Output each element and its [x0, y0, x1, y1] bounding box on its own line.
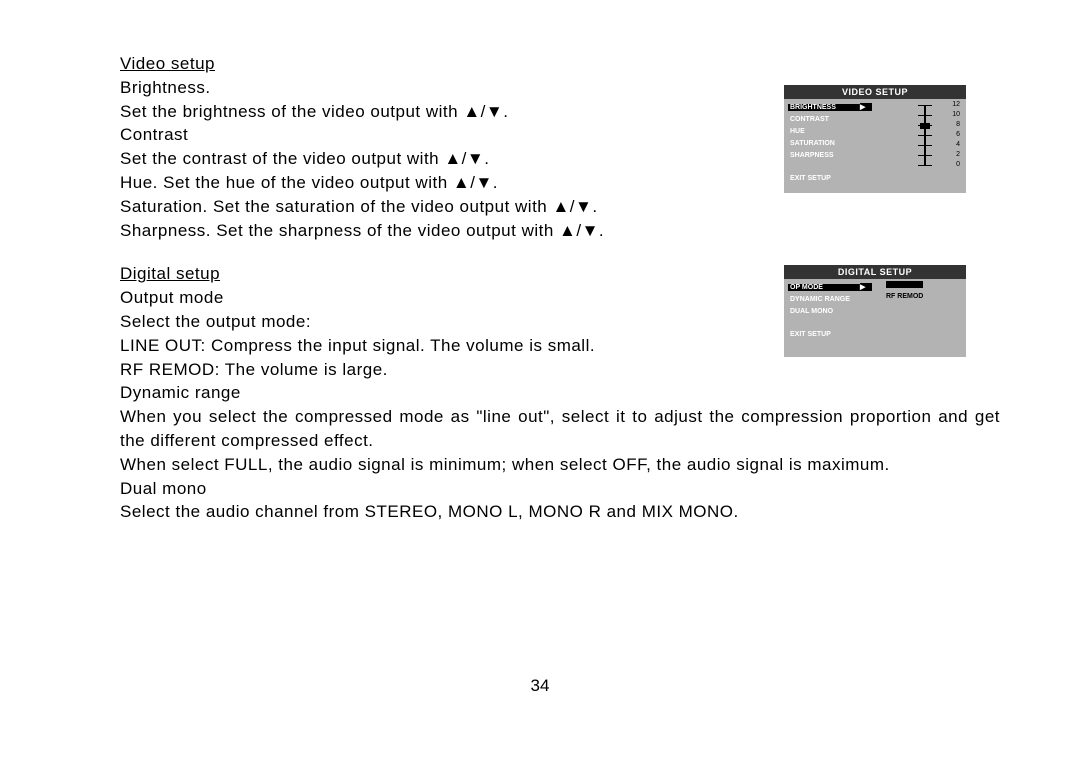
label-dynamic-range: Dynamic range — [120, 381, 760, 405]
osd-video-setup: VIDEO SETUP BRIGHTNESS▶ CONTRAST HUE SAT… — [784, 85, 966, 193]
text-dyn1: When you select the compressed mode as "… — [120, 405, 1000, 453]
label-dual-mono: Dual mono — [120, 477, 760, 501]
osd-video-exit: EXIT SETUP — [790, 175, 960, 182]
osd-digital-exit: EXIT SETUP — [790, 331, 960, 338]
text-dual-mono: Select the audio channel from STEREO, MO… — [120, 500, 760, 524]
label-brightness: Brightness. — [120, 76, 760, 100]
osd-digital-setup: DIGITAL SETUP OP MODE▶ LINE OUT DYNAMIC … — [784, 265, 966, 357]
label-contrast: Contrast — [120, 123, 760, 147]
osd-row-opmode: OP MODE▶ — [790, 281, 960, 293]
text-select-output: Select the output mode: — [120, 310, 760, 334]
text-saturation: Saturation. Set the saturation of the vi… — [120, 195, 760, 219]
osd-video-title: VIDEO SETUP — [784, 85, 966, 99]
heading-digital-setup: Digital setup — [120, 264, 220, 283]
osd-row-dualmono: DUAL MONO — [790, 305, 960, 317]
text-contrast: Set the contrast of the video output wit… — [120, 147, 760, 171]
heading-video-setup: Video setup — [120, 54, 215, 73]
text-rfremod: RF REMOD: The volume is large. — [120, 358, 760, 382]
text-lineout: LINE OUT: Compress the input signal. The… — [120, 334, 760, 358]
text-sharpness: Sharpness. Set the sharpness of the vide… — [120, 219, 760, 243]
text-brightness: Set the brightness of the video output w… — [120, 100, 760, 124]
text-dyn2: When select FULL, the audio signal is mi… — [120, 453, 1000, 477]
label-output-mode: Output mode — [120, 286, 760, 310]
osd-digital-title: DIGITAL SETUP — [784, 265, 966, 279]
manual-text: Video setup Brightness. Set the brightne… — [120, 52, 760, 524]
osd-val-rfremod: RF REMOD — [886, 293, 923, 300]
osd-row-dynrange: DYNAMIC RANGE — [790, 293, 960, 305]
page-number: 34 — [0, 676, 1080, 696]
osd-val-lineout: LINE OUT — [886, 281, 923, 288]
osd-slider: 12 10 8 6 4 2 0 — [880, 101, 960, 167]
text-hue: Hue. Set the hue of the video output wit… — [120, 171, 760, 195]
